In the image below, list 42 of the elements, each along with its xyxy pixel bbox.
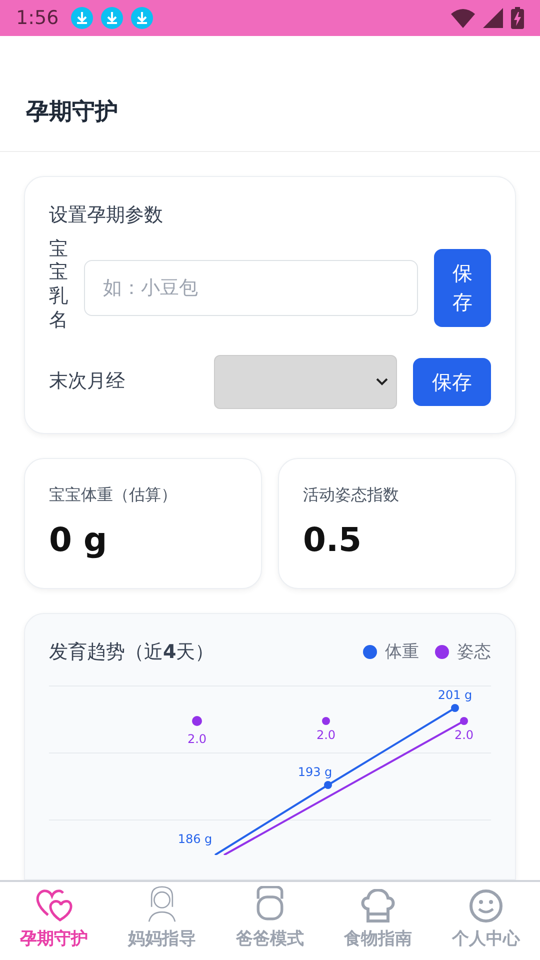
data-point (324, 780, 332, 788)
tab[interactable]: 食物指南 (324, 882, 432, 960)
page-title: 孕期守护 (26, 99, 118, 127)
caret-icon (376, 378, 388, 386)
stat-label: 宝宝体重（估算） (49, 484, 178, 506)
legend-label: 姿态 (457, 640, 491, 664)
stat-value: 0 g (49, 518, 108, 560)
data-label: 201 g (438, 688, 472, 702)
tab[interactable]: 个人中心 (432, 882, 540, 960)
data-label: 2.0 (316, 728, 336, 742)
chef-hat-icon (359, 888, 397, 922)
tab[interactable]: 爸爸模式 (216, 882, 324, 960)
data-point (460, 716, 468, 724)
input-field[interactable]: 如：小豆包 (84, 260, 418, 316)
download-icon (70, 7, 93, 29)
save-button[interactable]: 保存 (413, 358, 491, 406)
clock-time: 1:56 (16, 6, 59, 31)
download-icon (130, 7, 153, 29)
data-point (192, 716, 202, 726)
battery-icon (511, 7, 524, 29)
stat-value: 0.5 (303, 518, 362, 560)
data-point (322, 716, 330, 724)
data-label: 193 g (298, 764, 332, 778)
stat-label: 活动姿态指数 (303, 484, 400, 506)
data-point (451, 704, 459, 712)
legend-label: 体重 (385, 640, 419, 664)
hearts-icon (34, 886, 74, 922)
signal-icon (483, 8, 503, 28)
wifi-icon (451, 8, 475, 28)
tab[interactable]: 孕期守护 (0, 882, 108, 960)
date-select[interactable] (214, 354, 397, 408)
field-label: 宝宝乳名 (49, 238, 68, 332)
tab[interactable]: 妈妈指导 (108, 882, 216, 960)
section-title: 设置孕期参数 (49, 203, 164, 228)
data-label: 186 g (178, 832, 212, 846)
download-icon (100, 7, 123, 29)
smiley-icon (469, 888, 503, 922)
field-label: 末次月经 (49, 369, 126, 394)
data-label: 2.0 (454, 728, 474, 742)
chart-title: 发育趋势（近4天） (49, 640, 214, 665)
data-label: 2.0 (187, 732, 207, 746)
save-button[interactable]: 保存 (434, 249, 491, 327)
